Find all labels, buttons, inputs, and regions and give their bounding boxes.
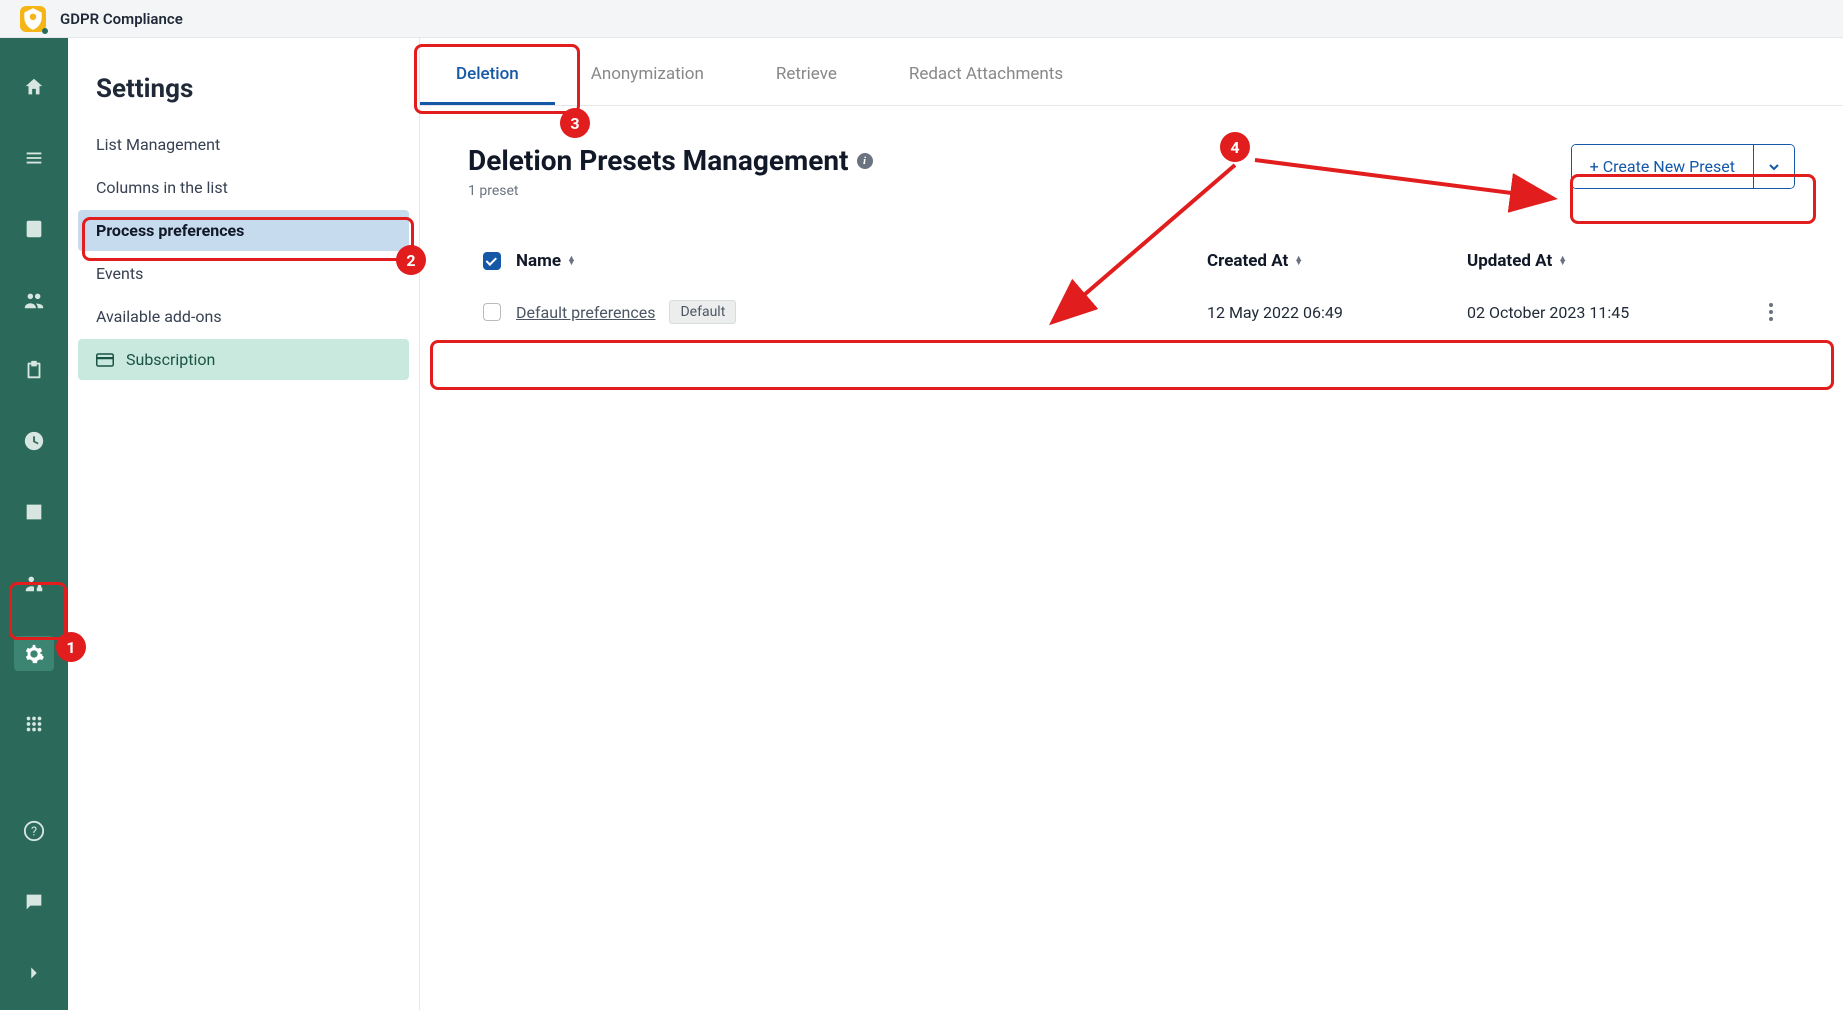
app-logo [20,6,46,32]
tab-anonymization[interactable]: Anonymization [555,46,740,105]
card-icon [96,353,114,367]
people-icon[interactable] [14,282,54,317]
tab-redact-attachments[interactable]: Redact Attachments [873,46,1099,105]
tab-label: Retrieve [776,64,837,84]
preset-count: 1 preset [468,183,873,199]
settings-nav-list: List Management Columns in the list Proc… [68,124,419,380]
table-header: Name ▲▼ Created At ▲▼ Updated At ▲▼ [468,241,1795,281]
settings-item-events[interactable]: Events [78,253,409,294]
app-title: GDPR Compliance [60,10,183,28]
sort-icon: ▲▼ [567,257,576,266]
settings-item-label: Available add-ons [96,307,222,326]
sort-icon: ▲▼ [1558,257,1567,266]
create-preset-button-group: + Create New Preset [1571,144,1795,189]
settings-item-list-management[interactable]: List Management [78,124,409,165]
chart-icon[interactable] [14,495,54,530]
settings-item-subscription[interactable]: Subscription [78,339,409,380]
help-icon[interactable]: ? [14,814,54,849]
main-content: Deletion Anonymization Retrieve Redact A… [420,38,1843,1010]
settings-item-addons[interactable]: Available add-ons [78,296,409,337]
gear-icon[interactable] [14,636,54,671]
home-icon[interactable] [14,70,54,105]
preset-name-link[interactable]: Default preferences [516,303,655,322]
select-all-checkbox[interactable] [483,252,501,270]
icon-rail: ? [0,0,68,1010]
info-icon[interactable]: i [857,153,873,169]
page-header: Deletion Presets Management i 1 preset +… [468,144,1795,199]
chevron-right-icon[interactable] [14,955,54,990]
settings-item-label: Columns in the list [96,178,228,197]
tab-retrieve[interactable]: Retrieve [740,46,873,105]
tab-label: Redact Attachments [909,64,1063,84]
settings-item-label: Subscription [126,350,215,369]
tab-deletion[interactable]: Deletion [420,46,555,105]
topbar: GDPR Compliance [0,0,1843,38]
page-title: Deletion Presets Management [468,144,849,177]
settings-item-label: Process preferences [96,221,244,240]
tab-label: Deletion [456,64,519,84]
list-icon[interactable] [14,141,54,176]
settings-item-process-preferences[interactable]: Process preferences [78,210,409,251]
settings-item-label: Events [96,264,143,283]
row-updated-at: 02 October 2023 11:45 [1467,303,1747,322]
row-actions-menu[interactable] [1747,297,1795,327]
settings-title: Settings [68,74,419,124]
default-badge: Default [669,300,736,324]
tabs: Deletion Anonymization Retrieve Redact A… [420,38,1843,106]
create-preset-button[interactable]: + Create New Preset [1572,145,1754,188]
row-created-at: 12 May 2022 06:49 [1207,303,1467,322]
apps-grid-icon[interactable] [14,707,54,742]
column-label: Created At [1207,251,1288,271]
notebook-icon[interactable] [14,212,54,247]
settings-panel: Settings List Management Columns in the … [68,38,420,1010]
column-label: Name [516,251,561,271]
settings-item-label: List Management [96,135,220,154]
column-header-updated[interactable]: Updated At ▲▼ [1467,251,1747,271]
column-label: Updated At [1467,251,1552,271]
row-checkbox[interactable] [483,303,501,321]
sort-icon: ▲▼ [1294,257,1303,266]
column-header-created[interactable]: Created At ▲▼ [1207,251,1467,271]
table-row[interactable]: Default preferences Default 12 May 2022 … [468,281,1795,343]
user-lock-icon[interactable] [14,565,54,600]
comment-icon[interactable] [14,884,54,919]
create-preset-dropdown[interactable] [1754,145,1794,188]
column-header-name[interactable]: Name ▲▼ [516,251,1207,271]
clock-icon[interactable] [14,424,54,459]
svg-text:?: ? [31,825,37,840]
clipboard-icon[interactable] [14,353,54,388]
settings-item-columns[interactable]: Columns in the list [78,167,409,208]
chevron-down-icon [1768,161,1780,173]
tab-label: Anonymization [591,64,704,84]
